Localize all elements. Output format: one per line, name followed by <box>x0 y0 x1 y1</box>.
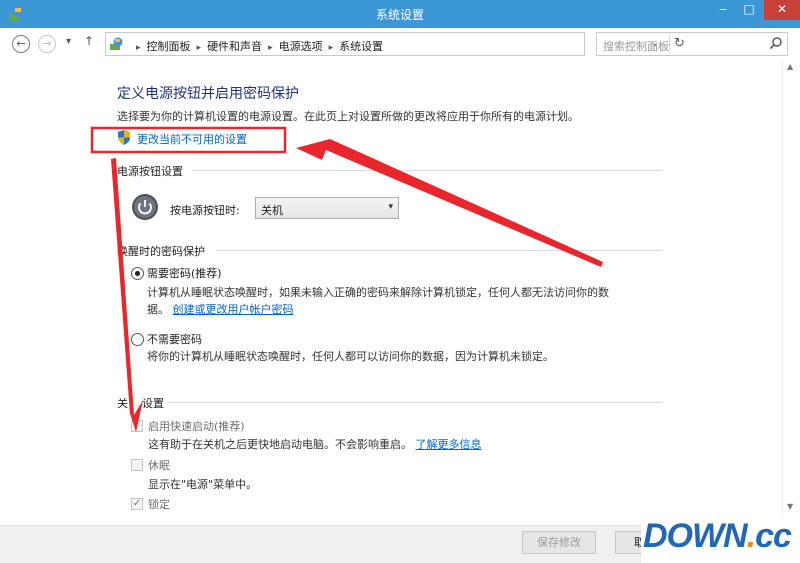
chevron-right-icon[interactable]: ▸ <box>197 43 202 53</box>
chevron-right-icon[interactable]: ▸ <box>329 43 334 53</box>
window-title: 系统设置 <box>375 8 424 22</box>
breadcrumb-item[interactable]: 电源选项 <box>279 40 323 53</box>
shutdown-section-heading: 关 设置 <box>117 395 164 411</box>
require-password-desc-line1: 计算机从睡眠状态唤醒时，如果未输入正确的密码来解除计算机锁定，任何人都无法访问你… <box>147 286 609 299</box>
minimize-button[interactable]: ‒ <box>710 0 736 20</box>
search-input[interactable]: 搜索控制面板 <box>596 32 788 56</box>
shutdown-heading-part1: 关 <box>117 397 128 410</box>
no-password-desc: 将你的计算机从睡眠状态唤醒时，任何人都可以访问你的数据，因为计算机未锁定。 <box>147 350 554 363</box>
vertical-scrollbar[interactable]: ▲ ▼ <box>782 60 800 525</box>
watermark-logo: DOWN.cc <box>641 517 800 563</box>
watermark-cc: cc <box>755 517 792 555</box>
fast-startup-checkbox[interactable] <box>131 420 143 432</box>
no-password-radio[interactable] <box>131 333 144 346</box>
breadcrumb: ▸ 控制面板 ▸ 硬件和声音 ▸ 电源选项 ▸ 系统设置 <box>130 38 383 54</box>
power-icon <box>132 194 158 220</box>
address-field[interactable]: ▸ 控制面板 ▸ 硬件和声音 ▸ 电源选项 ▸ 系统设置 ⌄ ↻ <box>105 32 685 56</box>
require-password-desc-line2: 据。 创建或更改用户帐户密码 <box>147 301 294 317</box>
address-bar: ← → ▾ ↑ ▸ 控制面板 ▸ 硬件和声音 ▸ 电源选项 ▸ 系统设置 ⌄ ↻ 搜索控制面板 <box>0 28 800 60</box>
recent-pages-icon[interactable]: ▾ <box>66 36 71 47</box>
power-button-section-heading: 电源按钮设置 <box>117 165 183 178</box>
close-button[interactable]: ✕ <box>764 0 800 20</box>
shutdown-heading-part2: 设置 <box>142 397 164 410</box>
power-button-action-select[interactable]: 关机 ▾ <box>255 197 399 219</box>
page-description: 选择要为你的计算机设置的电源设置。在此页上对设置所做的更改将应用于你所有的电源计… <box>117 110 579 123</box>
fast-startup-desc-text: 这有助于在关机之后更快地启动电脑。不会影响重启。 <box>148 438 412 451</box>
lock-label[interactable]: 锁定 <box>148 496 170 512</box>
watermark-text: DOWN.cc <box>643 517 792 556</box>
power-button-label: 按电源按钮时: <box>170 204 240 217</box>
watermark-main: DOWN <box>643 517 748 555</box>
uac-shield-icon <box>118 130 130 145</box>
title-bar: 系统设置 ‒ □ ✕ <box>0 0 800 28</box>
select-value: 关机 <box>261 204 283 217</box>
back-button[interactable]: ← <box>12 35 30 53</box>
hibernate-checkbox[interactable] <box>131 459 143 471</box>
watermark-dot: . <box>746 517 757 555</box>
fast-startup-desc: 这有助于在关机之后更快地启动电脑。不会影响重启。 了解更多信息 <box>148 436 482 452</box>
no-password-label[interactable]: 不需要密码 <box>147 331 202 347</box>
hibernate-desc: 显示在"电源"菜单中。 <box>148 478 258 491</box>
wake-password-section-heading: 唤醒时的密码保护 <box>117 245 205 258</box>
save-changes-button[interactable]: 保存修改 <box>522 531 596 554</box>
hibernate-label[interactable]: 休眠 <box>148 457 170 473</box>
scroll-down-icon[interactable]: ▼ <box>787 502 793 511</box>
content-area: 定义电源按钮并启用密码保护 选择要为你的计算机设置的电源设置。在此页上对设置所做… <box>0 60 782 525</box>
chevron-down-icon: ▾ <box>388 202 393 212</box>
require-password-desc-line2-text: 据。 <box>147 303 169 316</box>
change-unavailable-settings-link[interactable]: 更改当前不可用的设置 <box>137 131 247 147</box>
chevron-right-icon[interactable]: ▸ <box>268 43 273 53</box>
fast-startup-label[interactable]: 启用快速启动(推荐) <box>148 418 245 434</box>
breadcrumb-item[interactable]: 硬件和声音 <box>207 40 262 53</box>
chevron-right-icon: ▸ <box>136 43 141 53</box>
maximize-button[interactable]: □ <box>736 0 762 20</box>
breadcrumb-item[interactable]: 系统设置 <box>339 40 383 53</box>
learn-more-link[interactable]: 了解更多信息 <box>416 438 482 451</box>
page-title: 定义电源按钮并启用密码保护 <box>117 86 299 102</box>
section-divider <box>216 250 662 251</box>
search-icon[interactable] <box>769 36 783 50</box>
create-change-password-link[interactable]: 创建或更改用户帐户密码 <box>173 303 294 316</box>
search-placeholder: 搜索控制面板 <box>603 40 669 53</box>
forward-button[interactable]: → <box>38 35 56 53</box>
require-password-radio[interactable] <box>131 267 144 280</box>
require-password-label[interactable]: 需要密码(推荐) <box>147 265 222 281</box>
section-divider <box>168 402 662 403</box>
control-panel-icon <box>110 37 123 50</box>
section-divider <box>192 170 662 171</box>
lock-checkbox[interactable]: ✓ <box>131 498 143 510</box>
breadcrumb-item[interactable]: 控制面板 <box>147 40 191 53</box>
scroll-up-icon[interactable]: ▲ <box>787 62 793 71</box>
up-icon[interactable]: ↑ <box>84 34 94 48</box>
